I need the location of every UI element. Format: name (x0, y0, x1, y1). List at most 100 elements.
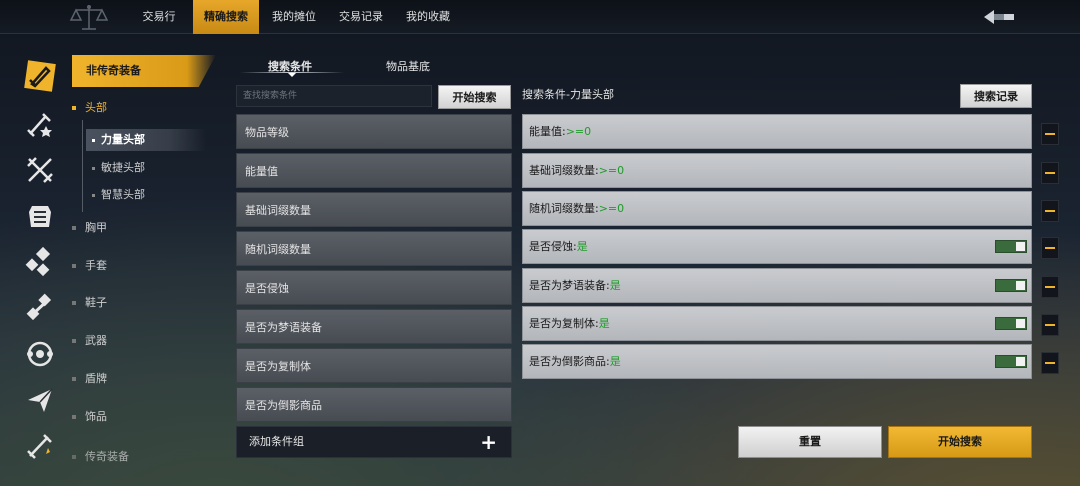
right-panel-title: 搜索条件-力量头部 (522, 88, 614, 101)
category-shield[interactable]: 盾牌 (72, 368, 107, 390)
category-head[interactable]: 头部 (72, 97, 107, 119)
plus-icon: + (480, 430, 497, 454)
criterion-row-random-affix[interactable]: 随机词缀数量:>=0 (522, 191, 1032, 226)
bullet-dot (72, 301, 76, 305)
category-label: 头部 (85, 101, 107, 114)
paper-plane-icon[interactable] (24, 384, 56, 416)
subcategory-strength-head[interactable]: 力量头部 (86, 129, 206, 151)
condition-corrupted[interactable]: 是否侵蚀 (236, 270, 512, 305)
category-gloves[interactable]: 手套 (72, 255, 107, 277)
category-non-legendary-header[interactable]: 非传奇装备 (72, 55, 216, 87)
tab-my-favorites[interactable]: 我的收藏 (398, 0, 458, 34)
tab-precise-search[interactable]: 精确搜索 (193, 0, 259, 34)
condition-dream-gear[interactable]: 是否为梦语装备 (236, 309, 512, 344)
criterion-row-reflection-item[interactable]: 是否为倒影商品:是 (522, 344, 1032, 379)
caret-down-icon (288, 73, 296, 77)
reflection-item-toggle[interactable] (995, 355, 1027, 368)
criterion-label: 是否为梦语装备: (529, 279, 610, 292)
scales-logo-icon (69, 5, 109, 30)
category-chest[interactable]: 胸甲 (72, 217, 107, 239)
bullet-dot (72, 339, 76, 343)
criterion-label: 是否为倒影商品: (529, 355, 610, 368)
star-sword-icon[interactable] (24, 108, 56, 140)
search-history-button[interactable]: 搜索记录 (960, 84, 1032, 108)
criterion-label: 是否为复制体: (529, 317, 599, 330)
category-label: 手套 (85, 259, 107, 272)
subcategory-label: 智慧头部 (101, 188, 145, 201)
category-label: 鞋子 (85, 296, 107, 309)
criterion-value: 是 (576, 240, 588, 253)
orb-ring-icon[interactable] (24, 338, 56, 370)
remove-criterion-button[interactable] (1041, 162, 1059, 184)
category-label: 胸甲 (85, 221, 107, 234)
start-search-small-button[interactable]: 开始搜索 (438, 85, 511, 109)
subcategory-label: 敏捷头部 (101, 161, 145, 174)
criterion-value: 是 (609, 355, 621, 368)
gem-cross-icon[interactable] (24, 292, 56, 324)
toggle-knob (1016, 319, 1025, 328)
remove-criterion-button[interactable] (1041, 123, 1059, 145)
criterion-value: >=0 (598, 164, 625, 177)
criterion-row-replica[interactable]: 是否为复制体:是 (522, 306, 1032, 341)
category-weapon[interactable]: 武器 (72, 330, 107, 352)
toggle-knob (1016, 357, 1025, 366)
replica-toggle[interactable] (995, 317, 1027, 330)
legendary-sword-icon[interactable] (24, 430, 56, 462)
condition-energy[interactable]: 能量值 (236, 153, 512, 188)
criterion-row-energy[interactable]: 能量值:>=0 (522, 114, 1032, 149)
criterion-value: >=0 (598, 202, 625, 215)
category-label: 传奇装备 (85, 450, 129, 463)
criterion-row-corrupted[interactable]: 是否侵蚀:是 (522, 229, 1032, 264)
reset-button[interactable]: 重置 (738, 426, 882, 458)
subcategory-wisdom-head[interactable]: 智慧头部 (86, 184, 145, 206)
condition-list: 物品等级 能量值 基础词缀数量 随机词缀数量 是否侵蚀 是否为梦语装备 是否为复… (236, 114, 512, 422)
category-legendary[interactable]: 传奇装备 (72, 446, 129, 468)
criterion-row-dream-gear[interactable]: 是否为梦语装备:是 (522, 268, 1032, 303)
sword-shield-icon[interactable] (24, 60, 56, 92)
dream-gear-toggle[interactable] (995, 279, 1027, 292)
add-group-label: 添加条件组 (249, 435, 304, 448)
toggle-knob (1016, 242, 1025, 251)
remove-criterion-button[interactable] (1041, 200, 1059, 222)
tab-item-base[interactable]: 物品基底 (386, 58, 430, 76)
criterion-value: >=0 (565, 125, 592, 138)
condition-reflection-item[interactable]: 是否为倒影商品 (236, 387, 512, 422)
remove-criterion-button[interactable] (1041, 237, 1059, 259)
criterion-row-base-affix[interactable]: 基础词缀数量:>=0 (522, 153, 1032, 188)
remove-criterion-button[interactable] (1041, 276, 1059, 298)
sub-tree-line (82, 120, 83, 212)
condition-replica[interactable]: 是否为复制体 (236, 348, 512, 383)
top-nav-bar: 交易行 精确搜索 我的摊位 交易记录 我的收藏 (0, 0, 1080, 34)
bullet-dot (72, 455, 76, 459)
criterion-label: 基础词缀数量: (529, 164, 599, 177)
tab-auction-house[interactable]: 交易行 (132, 0, 186, 34)
back-arrow-icon[interactable] (982, 7, 1016, 27)
condition-item-level[interactable]: 物品等级 (236, 114, 512, 149)
criterion-value: 是 (609, 279, 621, 292)
condition-base-affix-count[interactable]: 基础词缀数量 (236, 192, 512, 227)
bullet-dot (72, 264, 76, 268)
subcategory-agility-head[interactable]: 敏捷头部 (86, 157, 145, 179)
corrupted-toggle[interactable] (995, 240, 1027, 253)
subcategory-label: 力量头部 (101, 133, 145, 146)
remove-criterion-button[interactable] (1041, 352, 1059, 374)
condition-search-input[interactable] (236, 85, 432, 107)
add-condition-group-button[interactable]: 添加条件组 + (236, 426, 512, 458)
tab-trade-history[interactable]: 交易记录 (331, 0, 391, 34)
bullet-dot (72, 106, 76, 110)
criterion-value: 是 (598, 317, 610, 330)
start-search-button[interactable]: 开始搜索 (888, 426, 1032, 458)
bullet-dot (92, 138, 95, 142)
armor-icon[interactable] (24, 200, 56, 232)
gem-cluster-icon[interactable] (24, 246, 56, 278)
crossed-swords-icon[interactable] (24, 154, 56, 186)
tab-my-stall[interactable]: 我的摊位 (264, 0, 324, 34)
condition-random-affix-count[interactable]: 随机词缀数量 (236, 231, 512, 266)
criterion-label: 是否侵蚀: (529, 240, 577, 253)
remove-criterion-button[interactable] (1041, 314, 1059, 336)
bullet-dot (92, 166, 95, 170)
category-boots[interactable]: 鞋子 (72, 292, 107, 314)
bullet-dot (92, 193, 95, 197)
category-accessory[interactable]: 饰品 (72, 406, 107, 428)
criterion-label: 能量值: (529, 125, 566, 138)
